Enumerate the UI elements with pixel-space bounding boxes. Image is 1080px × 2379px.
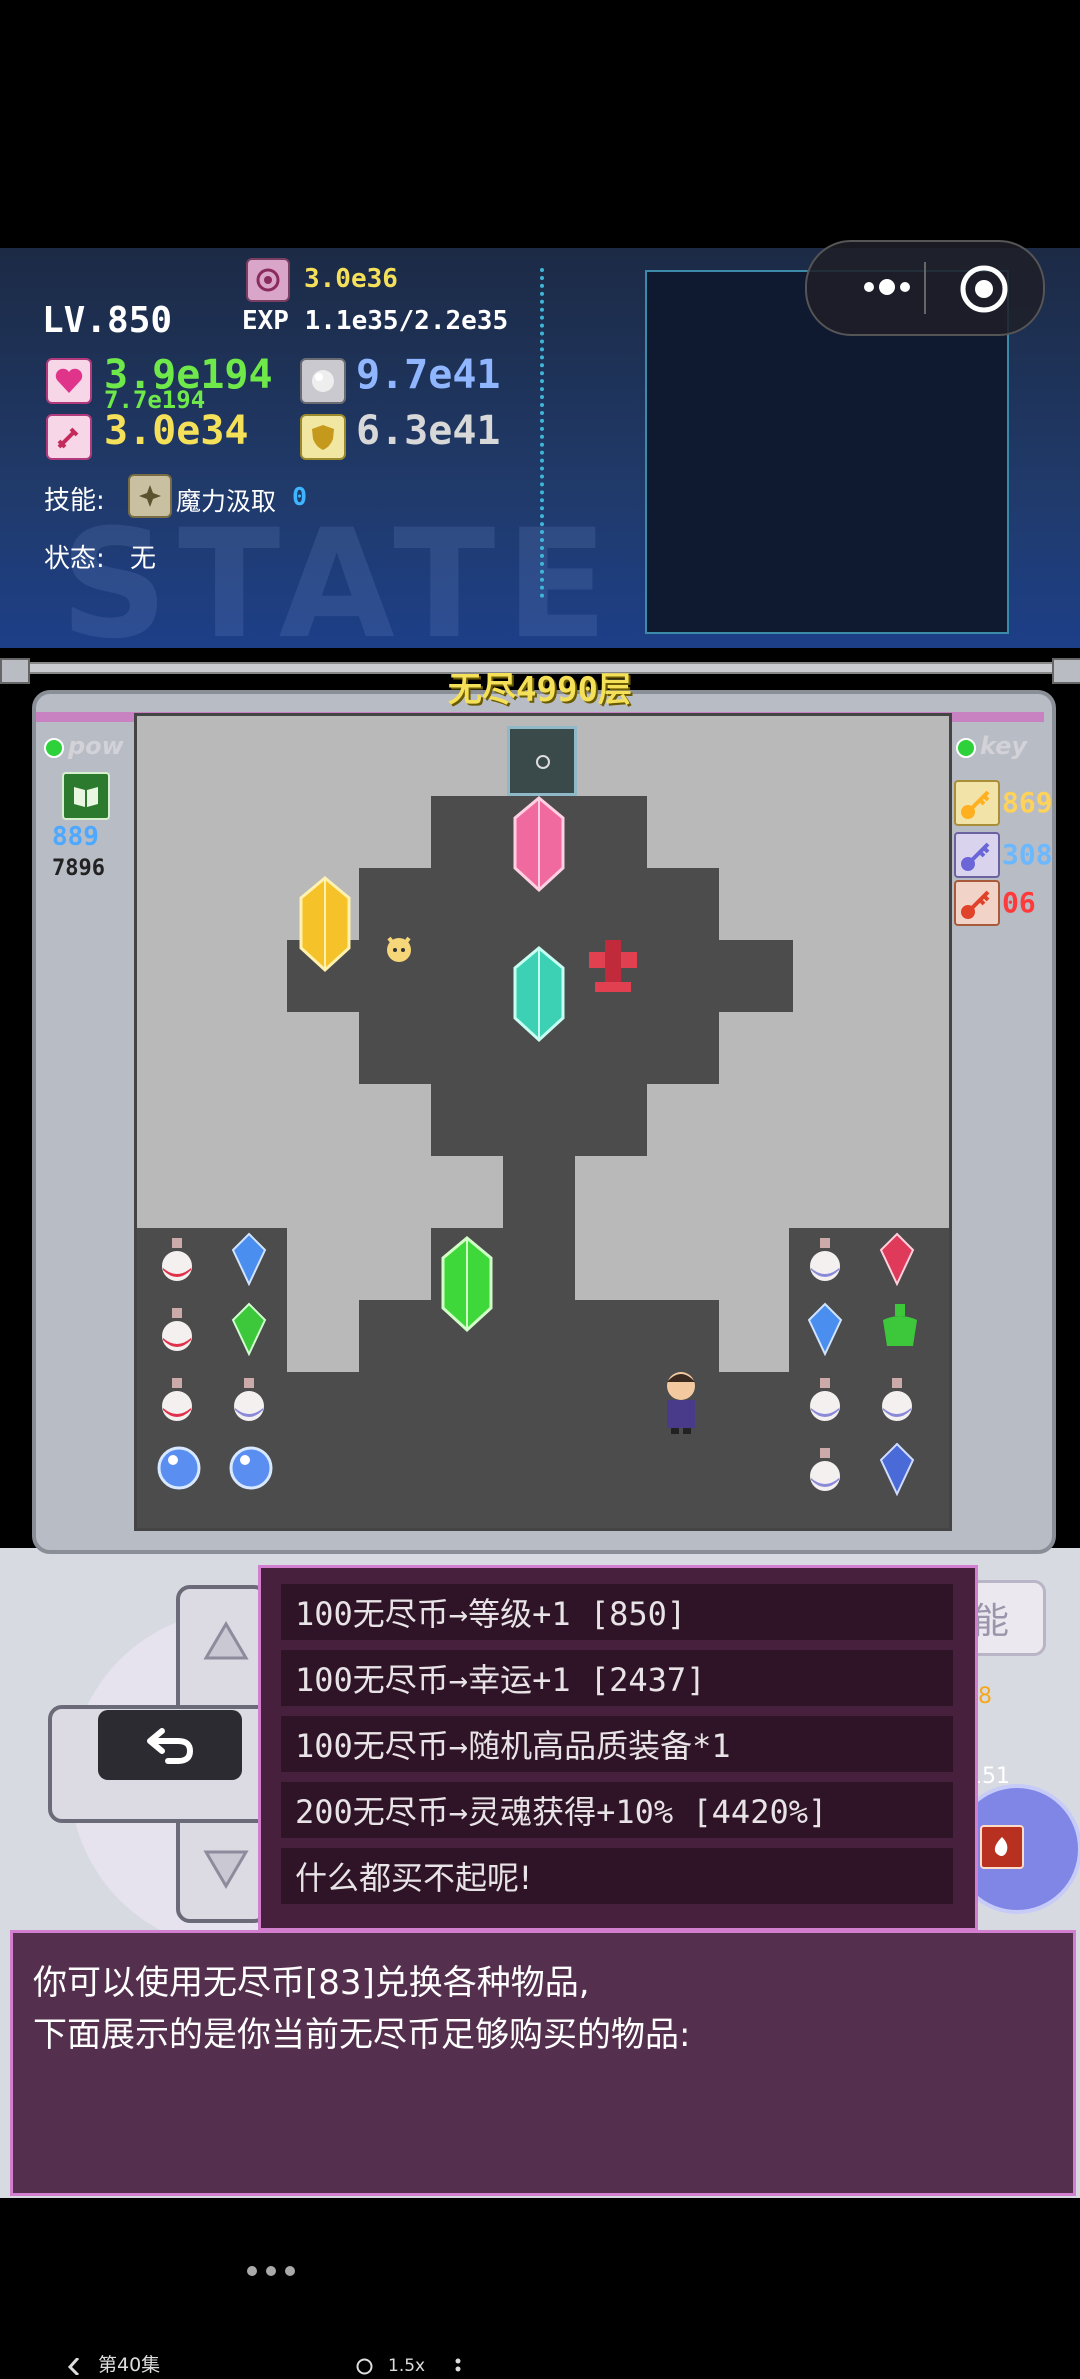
magic-def-value: 9.7e41 bbox=[356, 352, 501, 398]
game-map[interactable] bbox=[134, 713, 952, 1531]
blue-gem-icon[interactable] bbox=[229, 1232, 269, 1290]
green-gem-icon[interactable] bbox=[229, 1302, 269, 1360]
dialog-line-1: 你可以使用无尽币[83]兑换各种物品, bbox=[33, 1963, 590, 2003]
undo-icon bbox=[147, 1728, 193, 1764]
menu-item-label: 什么都买不起呢! bbox=[295, 1859, 532, 1897]
back-button[interactable] bbox=[98, 1710, 242, 1780]
menu-item-label: 100无尽币→幸运+1 [2437] bbox=[295, 1661, 706, 1699]
red-key-count: 06 bbox=[1002, 886, 1036, 919]
fairy-npc-icon[interactable] bbox=[377, 926, 427, 976]
green-flask-icon[interactable] bbox=[873, 1300, 927, 1358]
blue-gem-icon[interactable] bbox=[877, 1442, 917, 1500]
hero-player-icon[interactable] bbox=[653, 1366, 709, 1436]
floor-region bbox=[359, 1300, 719, 1372]
floor-region bbox=[503, 1156, 575, 1300]
menu-item-label: 100无尽币→等级+1 [850] bbox=[295, 1595, 687, 1633]
yellow-key-count: 869 bbox=[1002, 786, 1053, 819]
more-icon[interactable] bbox=[837, 264, 937, 310]
dpad-down-arrow-icon[interactable] bbox=[196, 1840, 256, 1900]
capsule-divider bbox=[924, 262, 926, 314]
red-altar-icon[interactable] bbox=[583, 932, 643, 1002]
episode-label[interactable]: 第40集 bbox=[98, 2356, 160, 2375]
menu-dots-icon[interactable] bbox=[454, 2358, 462, 2375]
pink-crystal-icon[interactable] bbox=[509, 796, 569, 896]
red-potion-icon[interactable] bbox=[157, 1376, 197, 1428]
menu-item-level[interactable]: 100无尽币→等级+1 [850] bbox=[281, 1584, 953, 1640]
blue-orb-icon[interactable] bbox=[227, 1444, 275, 1496]
menu-item-label: 100无尽币→随机高品质装备*1 bbox=[295, 1727, 731, 1765]
attack-value: 3.0e34 bbox=[104, 408, 249, 454]
blue-potion-icon[interactable] bbox=[229, 1376, 269, 1428]
skill-name: 魔力汲取 bbox=[176, 487, 277, 516]
pow-value1: 889 bbox=[52, 822, 99, 852]
separator bbox=[540, 268, 544, 598]
state-label: 状态: bbox=[44, 544, 105, 574]
stairs-tile[interactable] bbox=[507, 726, 577, 796]
heart-icon bbox=[46, 358, 92, 404]
pearl-icon bbox=[300, 358, 346, 404]
floor-title: 无尽4990层 bbox=[448, 670, 632, 710]
skill-label: 技能: bbox=[44, 486, 105, 516]
red-potion-icon[interactable] bbox=[157, 1306, 197, 1358]
speed-label[interactable]: 1.5x bbox=[388, 2358, 425, 2375]
dpad-up-arrow-icon[interactable] bbox=[196, 1610, 256, 1670]
sword-icon bbox=[46, 414, 92, 460]
key-indicator-dot bbox=[956, 738, 976, 758]
pow-indicator-dot bbox=[44, 738, 64, 758]
blue-potion-icon[interactable] bbox=[805, 1236, 845, 1288]
yellow-crystal-icon[interactable] bbox=[295, 876, 355, 976]
blue-potion-icon[interactable] bbox=[805, 1446, 845, 1498]
teal-crystal-icon[interactable] bbox=[509, 946, 569, 1046]
blue-potion-icon[interactable] bbox=[805, 1376, 845, 1428]
blue-potion-icon[interactable] bbox=[877, 1376, 917, 1428]
menu-item-equipment[interactable]: 100无尽币→随机高品质装备*1 bbox=[281, 1716, 953, 1772]
menu-item-cancel[interactable]: 什么都买不起呢! bbox=[281, 1848, 953, 1904]
back-chevron-icon[interactable] bbox=[64, 2357, 84, 2377]
blue-key-icon bbox=[954, 832, 1000, 878]
floor-region bbox=[431, 1084, 647, 1156]
state-value: 无 bbox=[130, 544, 157, 574]
soul-icon bbox=[246, 258, 290, 302]
shop-menu: 100无尽币→等级+1 [850] 100无尽币→幸运+1 [2437] 100… bbox=[258, 1565, 978, 1931]
dialog-box: 你可以使用无尽币[83]兑换各种物品, 下面展示的是你当前无尽币足够购买的物品: bbox=[10, 1930, 1076, 2196]
book-icon[interactable] bbox=[62, 772, 110, 820]
speed-icon bbox=[356, 2358, 373, 2375]
more-dots-icon[interactable] bbox=[246, 2262, 296, 2282]
blue-key-count: 308 bbox=[1002, 838, 1053, 871]
skill-icon[interactable] bbox=[128, 474, 172, 518]
shield-icon bbox=[300, 414, 346, 460]
hud-num1: 8 bbox=[978, 1684, 992, 1709]
dialog-line-2: 下面展示的是你当前无尽币足够购买的物品: bbox=[33, 2015, 691, 2055]
key-label: key bbox=[980, 732, 1028, 760]
red-gem-icon[interactable] bbox=[877, 1232, 917, 1290]
fire-skill-icon bbox=[980, 1825, 1024, 1869]
green-crystal-icon[interactable] bbox=[437, 1236, 497, 1336]
pow-value2: 7896 bbox=[52, 856, 105, 881]
level-label: LV.850 bbox=[42, 300, 173, 341]
blue-orb-icon[interactable] bbox=[155, 1444, 203, 1496]
blue-gem-icon[interactable] bbox=[805, 1302, 845, 1360]
pow-label: pow bbox=[68, 732, 124, 760]
soul-value: 3.0e36 bbox=[304, 264, 398, 294]
red-key-icon bbox=[954, 880, 1000, 926]
menu-item-label: 200无尽币→灵魂获得+10% [4420%] bbox=[295, 1793, 828, 1831]
menu-item-luck[interactable]: 100无尽币→幸运+1 [2437] bbox=[281, 1650, 953, 1706]
miniprogram-capsule bbox=[805, 240, 1045, 336]
skill-count: 0 bbox=[292, 482, 308, 511]
floor-region bbox=[287, 1372, 797, 1528]
defense-value: 6.3e41 bbox=[356, 408, 501, 454]
yellow-key-icon bbox=[954, 780, 1000, 826]
exp-label: EXP 1.1e35/2.2e35 bbox=[242, 306, 509, 336]
close-icon[interactable] bbox=[957, 262, 1011, 316]
red-potion-icon[interactable] bbox=[157, 1236, 197, 1288]
menu-item-soul[interactable]: 200无尽币→灵魂获得+10% [4420%] bbox=[281, 1782, 953, 1838]
